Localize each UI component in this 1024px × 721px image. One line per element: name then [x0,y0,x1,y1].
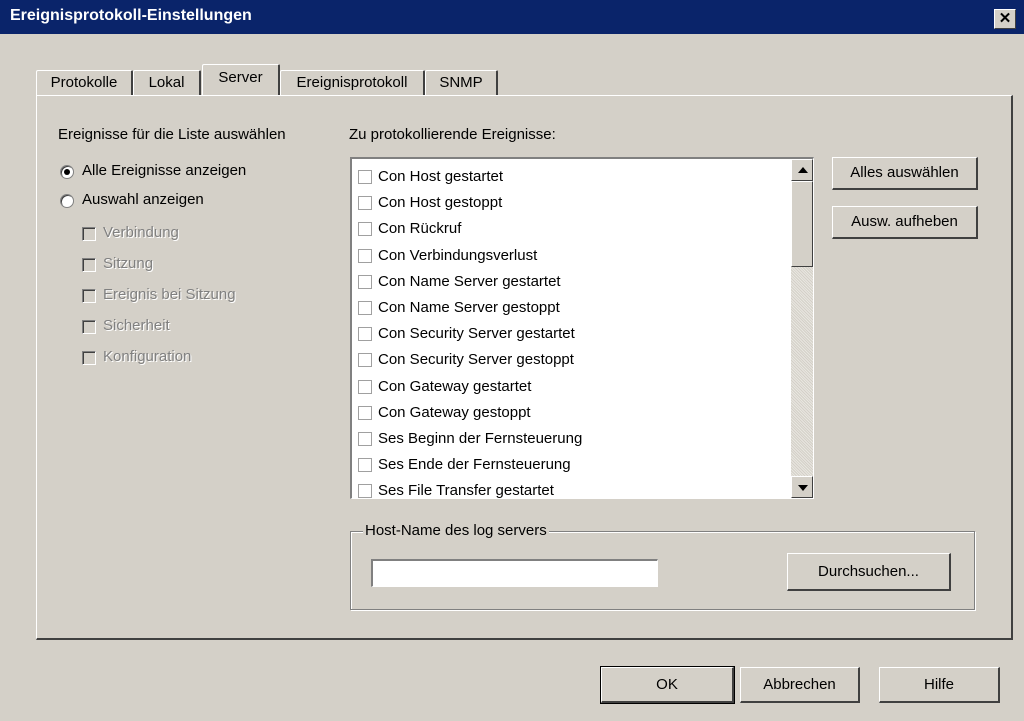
category-konfiguration: Konfiguration [82,346,302,368]
event-listbox[interactable]: Con Host gestartet Con Host gestoppt Con R… [350,157,814,499]
category-sicherheit-label: Sicherheit [103,317,170,334]
event-list-scrollbar[interactable] [791,159,813,498]
category-verbindung-checkbox [82,227,96,241]
arrow-up-icon [798,167,808,173]
tab-lokal[interactable]: Lokal [133,70,201,96]
event-checkbox[interactable] [358,405,372,420]
window-title: Ereignisprotokoll-Einstellungen [10,7,252,24]
tab-ereignisprotokoll[interactable]: Ereignisprotokoll [280,70,425,96]
category-ereignis-bei-sitzung-checkbox [82,289,96,303]
tab-label: SNMP [439,74,483,91]
event-checkbox[interactable] [358,432,372,446]
category-sitzung-checkbox [82,258,96,272]
radio-all-indicator[interactable] [60,165,74,179]
help-button[interactable]: Hilfe [879,667,1000,703]
tab-label: Lokal [148,74,185,91]
close-button[interactable]: ✕ [994,9,1016,29]
event-checkbox[interactable] [358,248,372,263]
event-checkbox[interactable] [358,274,372,289]
log-server-group-label: Host-Name des log servers [363,522,549,539]
event-checkbox[interactable] [358,379,372,394]
select-all-button[interactable]: Alles auswählen [832,157,978,190]
tab-server[interactable]: Server [202,64,280,95]
browse-button[interactable]: Durchsuchen... [787,553,951,591]
event-checkbox[interactable] [358,484,372,498]
cancel-button[interactable]: Abbrechen [740,667,860,703]
event-label: Ses File Transfer gestartet [378,482,554,499]
event-checkbox[interactable] [358,327,372,342]
category-konfiguration-label: Konfiguration [103,348,192,365]
category-konfiguration-checkbox [82,351,96,365]
category-ereignis-bei-sitzung: Ereignis bei Sitzung [82,284,302,306]
category-sitzung-label: Sitzung [103,255,154,272]
category-verbindung: Verbindung [82,222,302,244]
event-checkbox[interactable] [358,458,372,473]
category-ereignis-bei-sitzung-label: Ereignis bei Sitzung [103,286,236,303]
log-server-hostname-input[interactable] [371,559,658,587]
deselect-button[interactable]: Ausw. aufheben [832,206,978,239]
event-label: Con Security Server gestoppt [378,351,574,369]
deselect-label: Ausw. aufheben [851,213,958,230]
event-label: Con Rückruf [378,220,462,238]
event-label: Con Host gestartet [378,168,504,185]
tab-label: Ereignisprotokoll [296,74,408,91]
cancel-label: Abbrechen [763,676,836,693]
ok-label: OK [656,676,678,693]
tab-label: Protokolle [50,74,118,91]
scroll-thumb[interactable] [791,181,813,267]
category-checkbox-group: Verbindung Sitzung Ereignis bei Sitzung … [82,222,302,372]
browse-label: Durchsuchen... [818,563,919,580]
event-filter-heading: Ereignisse für die Liste auswählen [58,126,286,143]
tab-protokolle[interactable]: Protokolle [36,70,133,96]
help-label: Hilfe [923,676,954,693]
scroll-up-button[interactable] [791,159,813,181]
scroll-down-button[interactable] [791,476,813,498]
event-label: Con Security Server gestartet [378,325,575,343]
tab-snmp[interactable]: SNMP [425,70,498,96]
event-label: Con Gateway gestartet [378,377,532,395]
close-icon: ✕ [998,10,1012,27]
event-checkbox[interactable] [358,170,372,184]
category-sicherheit: Sicherheit [82,315,302,337]
title-bar: Ereignisprotokoll-Einstellungen ✕ [0,0,1024,34]
event-checkbox[interactable] [358,222,372,237]
event-checkbox[interactable] [358,196,372,211]
ok-button[interactable]: OK [600,666,735,704]
event-label: Con Host gestoppt [378,194,503,212]
category-verbindung-label: Verbindung [103,224,179,241]
category-sicherheit-checkbox [82,320,96,334]
category-sitzung: Sitzung [82,253,302,275]
event-label: Ses Ende der Fernsteuerung [378,456,571,474]
select-all-label: Alles auswählen [850,164,959,181]
event-label: Con Name Server gestoppt [378,299,560,316]
event-label: Ses Beginn der Fernsteuerung [378,430,583,447]
tab-label: Server [218,69,263,86]
event-label: Con Gateway gestoppt [378,403,531,421]
event-checkbox[interactable] [358,353,372,368]
event-label: Con Verbindungsverlust [378,246,538,264]
events-heading: Zu protokollierende Ereignisse: [349,126,556,143]
radio-selection-indicator[interactable] [60,194,74,208]
event-checkbox[interactable] [358,301,372,315]
radio-selection-label: Auswahl anzeigen [82,191,204,208]
event-label: Con Name Server gestartet [378,272,561,290]
arrow-down-icon [798,485,808,491]
radio-all-label: Alle Ereignisse anzeigen [82,162,247,179]
